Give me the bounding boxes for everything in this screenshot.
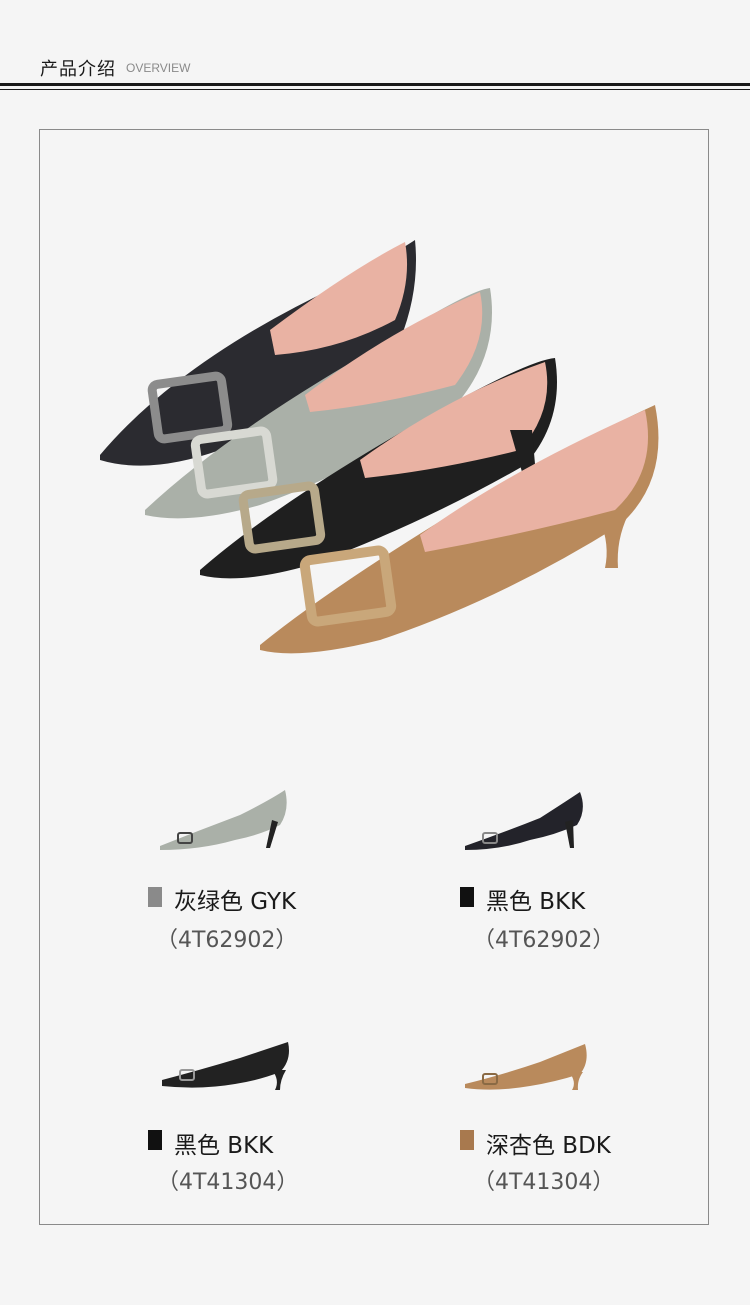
variant-code: （4T41304） [473,1170,615,1195]
variant-card[interactable]: 黑色 BKK （4T41304） [140,1030,420,1230]
color-swatch [148,887,162,907]
color-swatch [148,1130,162,1150]
section-title: 产品介绍 [40,59,116,80]
variant-code: （4T41304） [157,1170,299,1195]
variant-name: 黑色 BKK [486,889,586,915]
variant-name: 黑色 BKK [174,1133,274,1159]
hero-shoes-illustration [100,240,659,654]
variant-shoe-image [465,1044,587,1090]
section-subtitle: OVERVIEW [126,61,191,75]
variant-code: （4T62902） [156,928,298,953]
variant-card[interactable]: 深杏色 BDK （4T41304） [455,1030,735,1230]
variant-shoe-image [465,792,583,850]
variant-name: 灰绿色 GYK [174,889,297,915]
color-swatch [460,887,474,907]
section-header: 产品介绍 OVERVIEW [0,0,750,92]
header-rule-thin [0,89,750,90]
variant-card[interactable]: 黑色 BKK （4T62902） [455,780,735,980]
color-swatch [460,1130,474,1150]
variant-name: 深杏色 BDK [486,1133,611,1159]
variant-card[interactable]: 灰绿色 GYK （4T62902） [140,780,420,980]
variant-shoe-image [160,790,287,850]
hero-product-image [60,180,700,700]
variant-code: （4T62902） [473,928,615,953]
variant-shoe-image [162,1042,289,1090]
header-rule-thick [0,83,750,86]
